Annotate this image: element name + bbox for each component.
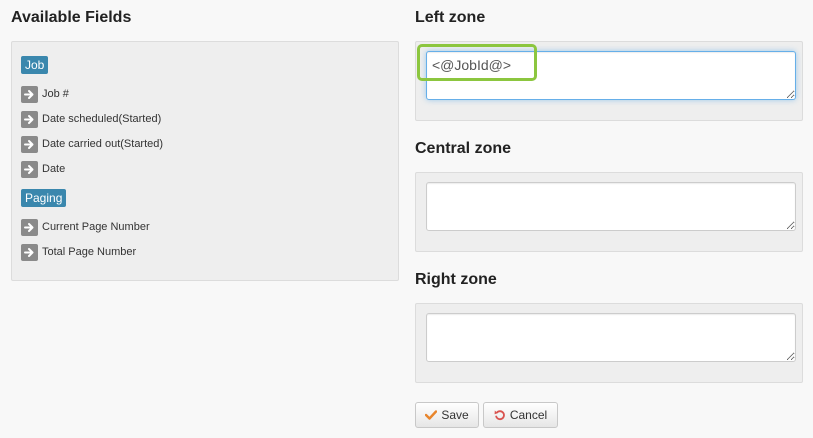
field-current-page-number[interactable]: Current Page Number xyxy=(21,218,150,236)
right-zone-title: Right zone xyxy=(415,271,497,288)
field-date[interactable]: Date xyxy=(21,160,65,178)
field-date-carried-out[interactable]: Date carried out(Started) xyxy=(21,135,163,153)
field-label: Current Page Number xyxy=(42,221,150,233)
field-label: Job # xyxy=(42,88,69,100)
arrow-right-icon xyxy=(21,218,38,236)
available-fields-panel: Job Job # Date scheduled(Started) Date c… xyxy=(11,41,399,281)
group-label-job: Job xyxy=(21,56,49,74)
cancel-button[interactable]: Cancel xyxy=(483,402,558,428)
field-total-page-number[interactable]: Total Page Number xyxy=(21,243,136,261)
check-icon xyxy=(425,410,438,420)
group-label-paging: Paging xyxy=(21,189,67,207)
arrow-right-icon xyxy=(21,85,38,103)
available-fields-title: Available Fields xyxy=(11,9,132,26)
undo-icon xyxy=(494,409,506,421)
arrow-right-icon xyxy=(21,135,38,153)
left-zone-panel xyxy=(415,41,803,121)
central-zone-title: Central zone xyxy=(415,140,512,157)
save-label: Save xyxy=(441,408,469,422)
cancel-label: Cancel xyxy=(509,408,548,422)
central-zone-panel xyxy=(415,172,803,252)
field-date-scheduled[interactable]: Date scheduled(Started) xyxy=(21,110,161,128)
right-zone-panel xyxy=(415,303,803,383)
field-label: Total Page Number xyxy=(42,246,137,258)
field-label: Date xyxy=(42,163,66,175)
field-job-number[interactable]: Job # xyxy=(21,85,69,103)
arrow-right-icon xyxy=(21,243,38,261)
central-zone-textarea[interactable] xyxy=(426,182,796,231)
right-zone-textarea[interactable] xyxy=(426,313,796,362)
field-label: Date scheduled(Started) xyxy=(42,113,162,125)
left-zone-title: Left zone xyxy=(415,9,486,26)
arrow-right-icon xyxy=(21,110,38,128)
field-label: Date carried out(Started) xyxy=(42,138,164,150)
save-button[interactable]: Save xyxy=(415,402,479,428)
arrow-right-icon xyxy=(21,160,38,178)
left-zone-textarea[interactable] xyxy=(426,51,796,100)
